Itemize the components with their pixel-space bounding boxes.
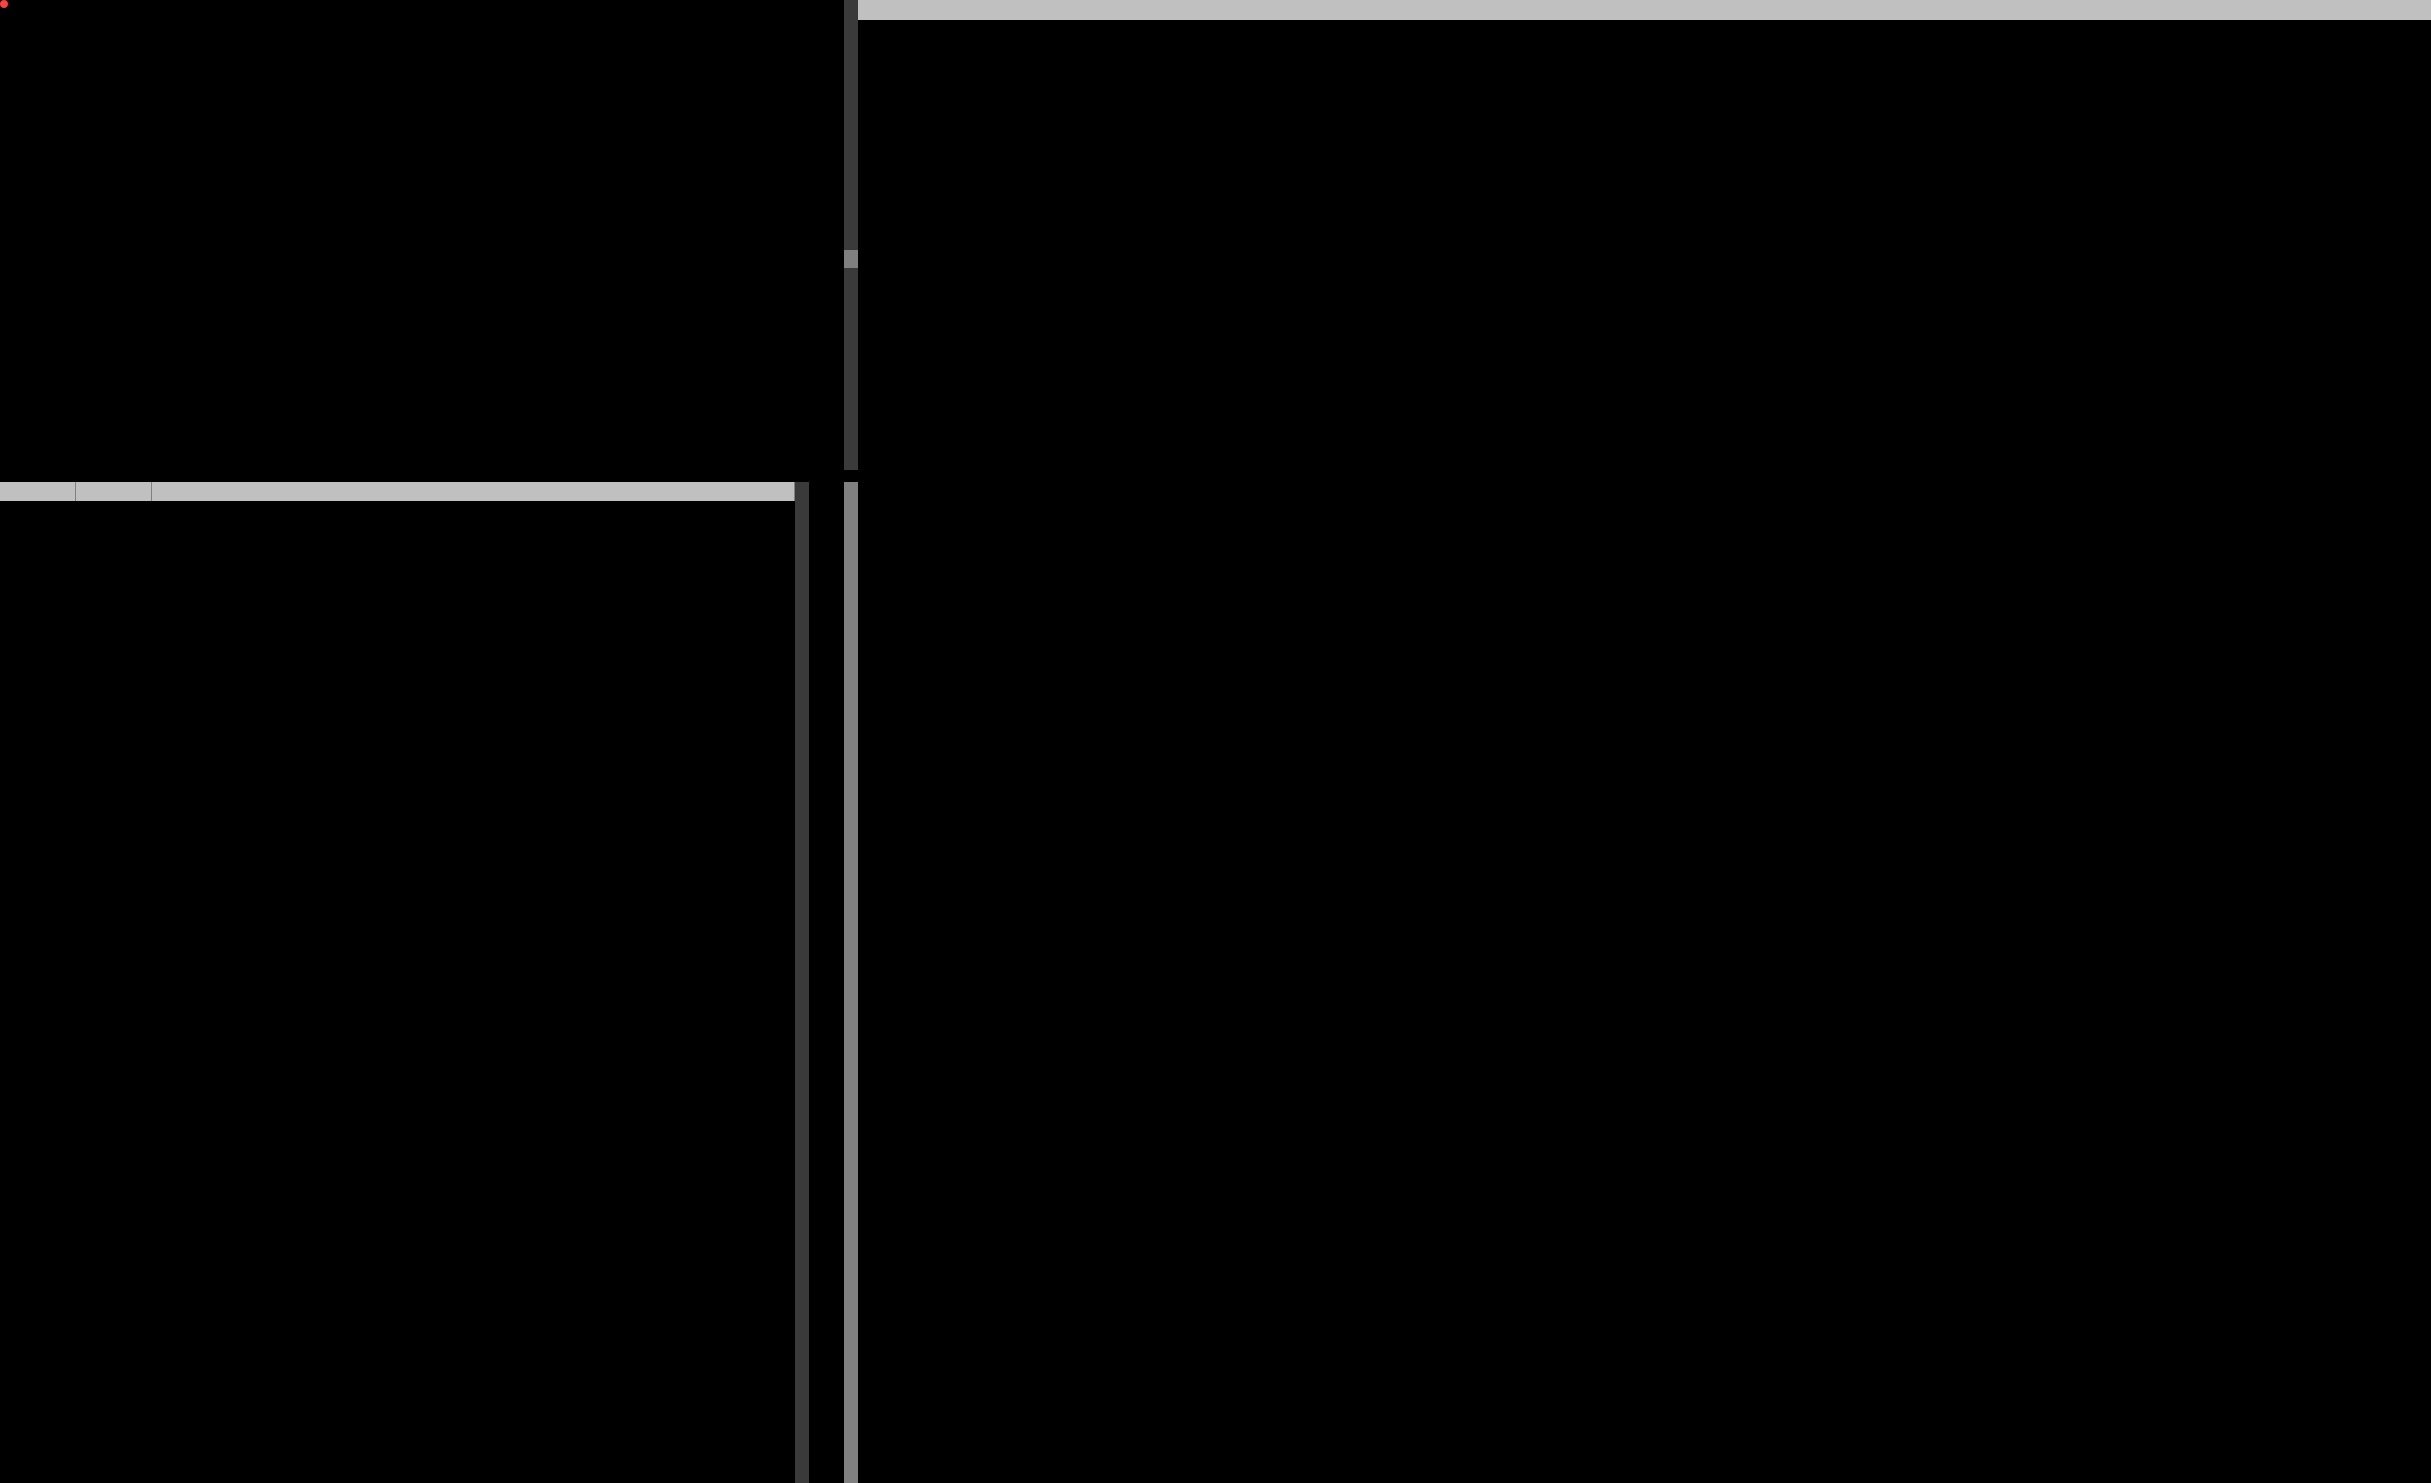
stack-scrollbar[interactable] [844,482,858,1483]
info-gap [0,470,858,482]
dump-col-addr[interactable] [0,482,76,501]
registers-title-bar[interactable] [858,0,2431,20]
stack-scrollbar-thumb[interactable] [844,482,858,1483]
hex-dump-panel[interactable] [0,482,795,1483]
dump-rows[interactable] [0,501,795,1483]
dump-header[interactable] [0,482,795,501]
disasm-scrollbar[interactable] [844,0,858,470]
stack-panel[interactable] [809,482,858,1483]
dump-col-comment[interactable] [152,482,795,501]
dump-col-value[interactable] [76,482,152,501]
dump-scrollbar[interactable] [795,482,809,1483]
registers-panel[interactable] [858,0,2431,482]
registers-body[interactable] [858,20,2431,28]
disasm-scrollbar-thumb[interactable] [844,250,858,268]
lower-panels [0,482,858,1483]
nop-highlight-box [0,0,8,8]
stack-rows[interactable] [810,482,844,1483]
disassembly-panel[interactable] [0,0,858,470]
